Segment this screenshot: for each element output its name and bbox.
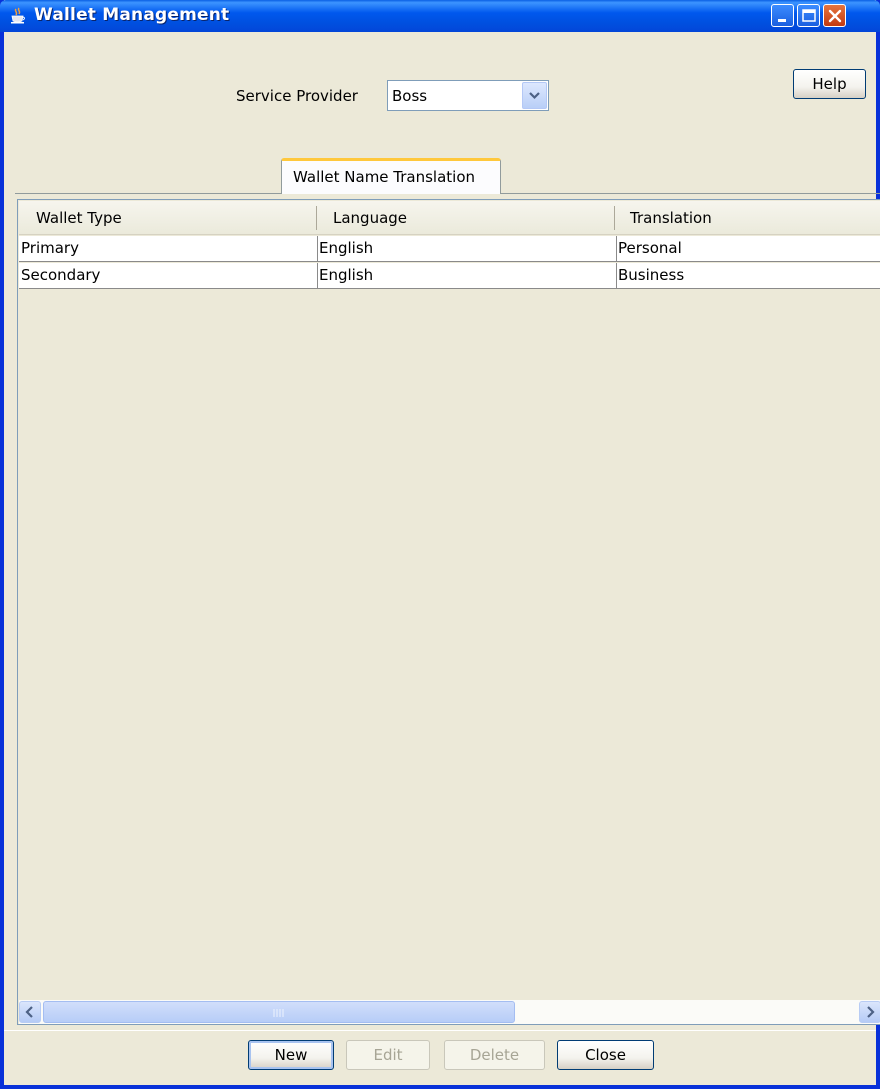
cell-wallet-type: Secondary [21,266,101,284]
chevron-left-icon [25,1006,33,1018]
service-provider-value: Boss [392,87,428,105]
title-bar[interactable]: Wallet Management [0,0,880,32]
edit-button[interactable]: Edit [346,1040,430,1070]
column-header-language[interactable]: Language [333,201,407,235]
minimize-icon [778,19,786,22]
column-header-translation[interactable]: Translation [630,201,712,235]
cell-translation: Personal [618,239,682,257]
divider [4,1030,876,1031]
wallet-translation-table: Wallet Type Language Translation Primary… [17,199,880,1025]
cell-translation: Business [618,266,685,284]
table-row[interactable]: Primary English Personal [19,236,880,262]
cell-wallet-type: Primary [21,239,79,257]
cell-language: English [319,266,374,284]
scrollbar-thumb[interactable] [43,1001,515,1023]
column-header-wallet-type[interactable]: Wallet Type [36,201,122,235]
service-provider-label: Service Provider [236,87,358,105]
close-window-button[interactable] [823,4,846,27]
maximize-icon [802,9,816,22]
column-divider[interactable] [316,206,317,230]
chevron-down-icon [529,92,540,100]
help-button[interactable]: Help [793,69,866,99]
chevron-right-icon [867,1006,875,1018]
close-icon [828,9,842,23]
scroll-right-button[interactable] [859,1001,880,1023]
wallet-management-window: Wallet Management Service Provider Boss [0,0,880,1089]
grip-icon [273,1009,284,1017]
scroll-left-button[interactable] [19,1001,41,1023]
java-cup-icon [11,7,25,24]
table-row[interactable]: Secondary English Business [19,263,880,289]
maximize-button[interactable] [797,4,820,27]
close-button[interactable]: Close [557,1040,654,1070]
cell-language: English [319,239,374,257]
service-provider-select[interactable]: Boss [387,80,549,111]
delete-button[interactable]: Delete [444,1040,545,1070]
dropdown-button[interactable] [522,82,547,109]
new-button[interactable]: New [248,1040,334,1070]
horizontal-scrollbar[interactable] [19,1000,880,1024]
table-header: Wallet Type Language Translation [19,201,880,235]
window-title: Wallet Management [34,5,230,25]
tab-wallet-name-translation[interactable]: Wallet Name Translation [281,158,501,194]
column-divider[interactable] [614,206,615,230]
minimize-button[interactable] [771,4,794,27]
tab-label: Wallet Name Translation [293,168,476,186]
